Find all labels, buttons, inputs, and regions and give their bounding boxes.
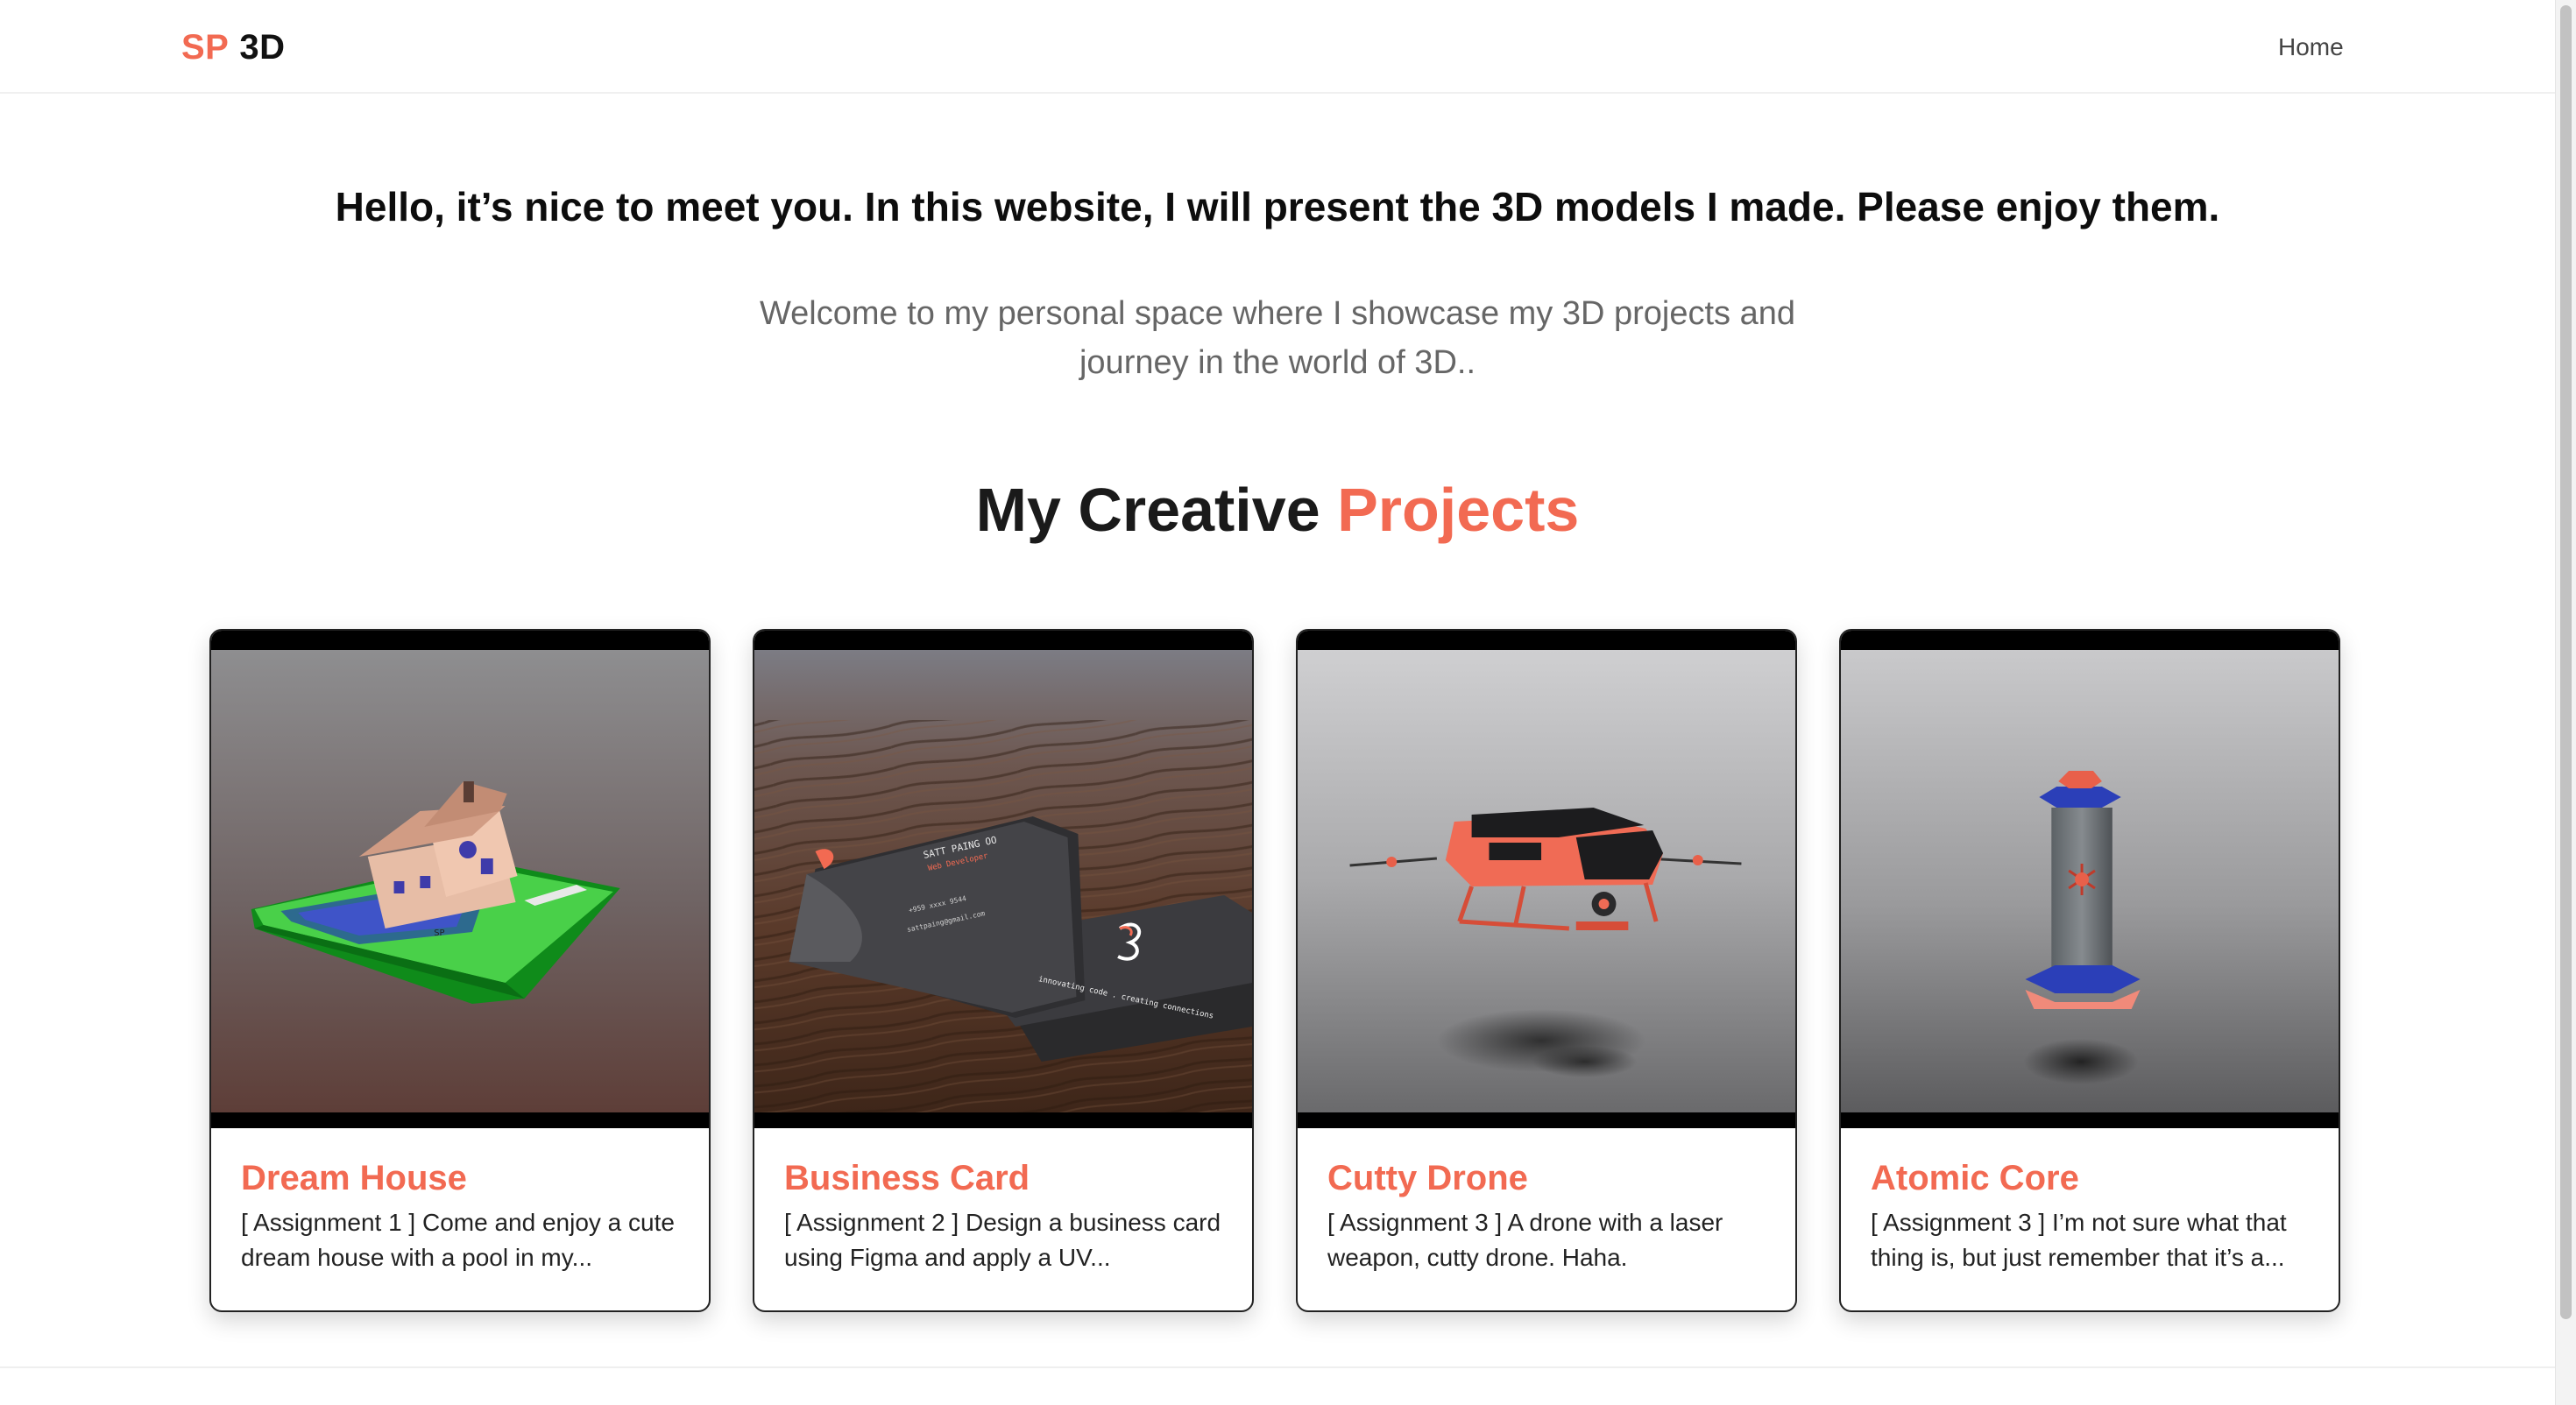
footer-divider	[0, 1366, 2555, 1368]
project-card-dream-house[interactable]: SP Dream House [ Assignment 1 ] Come and…	[209, 629, 711, 1312]
logo-text: 3D	[239, 28, 286, 67]
project-title: Cutty Drone	[1327, 1159, 1528, 1197]
project-description: [ Assignment 3 ] A drone with a laser we…	[1327, 1209, 1723, 1271]
business-card-model-image: SATT PAING OO Web Developer +959 xxxx 95…	[754, 650, 1252, 1112]
page: SP 3D Home Hello, it’s nice to meet you.…	[0, 0, 2576, 1405]
projects-heading-main: My Creative	[975, 476, 1320, 544]
drone-model-image	[1298, 650, 1795, 1112]
project-card-business-card[interactable]: SATT PAING OO Web Developer +959 xxxx 95…	[753, 629, 1254, 1312]
hero-subtitle: Welcome to my personal space where I sho…	[759, 295, 1796, 381]
project-title: Business Card	[784, 1159, 1030, 1197]
project-title: Dream House	[241, 1159, 467, 1197]
project-media	[1298, 631, 1795, 1128]
projects-heading-accent: Projects	[1337, 476, 1580, 544]
svg-text:SP: SP	[434, 928, 444, 938]
project-description: [ Assignment 1 ] Come and enjoy a cute d…	[241, 1209, 675, 1271]
atomic-core-model-image	[1841, 650, 2339, 1112]
house-model-image: SP	[211, 650, 709, 1112]
projects-heading: My Creative Projects	[0, 470, 2555, 550]
project-card-cutty-drone[interactable]: Cutty Drone [ Assignment 3 ] A drone wit…	[1296, 629, 1797, 1312]
logo-accent: SP	[181, 28, 230, 67]
project-description: [ Assignment 2 ] Design a business card …	[784, 1209, 1221, 1271]
project-media: SP	[211, 631, 709, 1128]
site-logo[interactable]: SP 3D	[181, 25, 286, 70]
page-scrollbar[interactable]	[2555, 0, 2576, 1405]
nav-home-link[interactable]: Home	[2278, 30, 2344, 65]
project-title: Atomic Core	[1871, 1159, 2079, 1197]
project-card-atomic-core[interactable]: Atomic Core [ Assignment 3 ] I’m not sur…	[1839, 629, 2340, 1312]
navbar: SP 3D Home	[0, 0, 2555, 94]
hero-title: Hello, it’s nice to meet you. In this we…	[335, 184, 2220, 229]
project-description: [ Assignment 3 ] I’m not sure what that …	[1871, 1209, 2287, 1271]
scrollbar-thumb[interactable]	[2560, 5, 2572, 1319]
project-media	[1841, 631, 2339, 1128]
project-media: SATT PAING OO Web Developer +959 xxxx 95…	[754, 631, 1252, 1128]
